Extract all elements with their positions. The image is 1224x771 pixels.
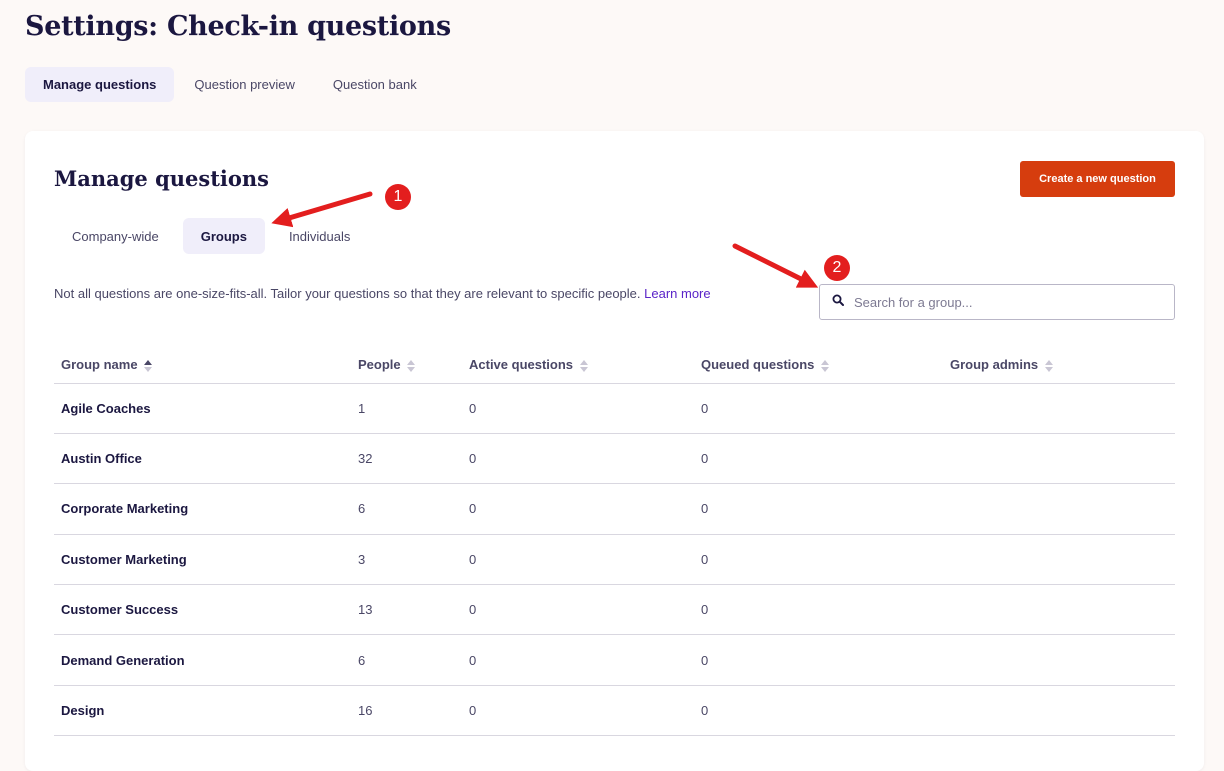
sort-icon [1044, 359, 1053, 372]
subtab-company-wide[interactable]: Company-wide [54, 218, 177, 254]
tab-question-preview[interactable]: Question preview [176, 67, 312, 102]
group-name-cell[interactable]: Customer Success [54, 584, 351, 636]
group-search-box[interactable] [819, 284, 1175, 320]
table-row[interactable]: Austin Office 32 0 0 [54, 433, 1175, 485]
people-cell: 6 [351, 483, 462, 535]
people-cell: 16 [351, 685, 462, 737]
group-name-cell[interactable]: Austin Office [54, 433, 351, 485]
sort-icon [579, 359, 588, 372]
people-cell: 13 [351, 584, 462, 636]
annotation-step-2: 2 [824, 255, 850, 281]
group-name-cell[interactable]: Design [54, 685, 351, 737]
col-queued-questions[interactable]: Queued questions [694, 347, 943, 384]
active-questions-cell: 0 [462, 534, 694, 586]
section-title: Manage questions [54, 166, 269, 191]
top-tabs: Manage questions Question preview Questi… [25, 67, 435, 102]
learn-more-link[interactable]: Learn more [644, 286, 710, 301]
table-row[interactable]: Agile Coaches 1 0 0 [54, 383, 1175, 434]
queued-questions-cell: 0 [694, 483, 943, 535]
group-search-input[interactable] [854, 294, 1154, 310]
col-group-name[interactable]: Group name [54, 347, 351, 384]
search-icon [832, 293, 844, 311]
sub-tabs: Company-wide Groups Individuals [54, 218, 368, 254]
table-row[interactable]: Design 16 0 0 [54, 685, 1175, 737]
group-admins-cell [943, 483, 1175, 535]
active-questions-cell: 0 [462, 433, 694, 485]
queued-questions-cell: 0 [694, 534, 943, 586]
tab-manage-questions[interactable]: Manage questions [25, 67, 175, 102]
create-question-button[interactable]: Create a new question [1020, 161, 1175, 197]
queued-questions-cell: 0 [694, 584, 943, 636]
table-row[interactable]: Customer Marketing 3 0 0 [54, 534, 1175, 586]
group-admins-cell [943, 584, 1175, 636]
group-admins-cell [943, 534, 1175, 586]
people-cell: 6 [351, 634, 462, 686]
active-questions-cell: 0 [462, 383, 694, 434]
queued-questions-cell: 0 [694, 685, 943, 737]
queued-questions-cell: 0 [694, 383, 943, 434]
groups-table: Group name People Active questions Queue… [54, 347, 1175, 737]
table-row[interactable]: Corporate Marketing 6 0 0 [54, 483, 1175, 535]
group-admins-cell [943, 634, 1175, 686]
table-header-row: Group name People Active questions Queue… [54, 347, 1175, 384]
table-row[interactable]: Demand Generation 6 0 0 [54, 634, 1175, 686]
group-admins-cell [943, 383, 1175, 434]
col-people[interactable]: People [351, 347, 462, 384]
queued-questions-cell: 0 [694, 634, 943, 686]
active-questions-cell: 0 [462, 483, 694, 535]
active-questions-cell: 0 [462, 634, 694, 686]
page-title: Settings: Check-in questions [25, 11, 451, 42]
group-name-cell[interactable]: Customer Marketing [54, 534, 351, 586]
tab-question-bank[interactable]: Question bank [315, 67, 435, 102]
people-cell: 1 [351, 383, 462, 434]
manage-questions-card: Manage questions Create a new question C… [25, 131, 1204, 771]
queued-questions-cell: 0 [694, 433, 943, 485]
group-admins-cell [943, 685, 1175, 737]
people-cell: 32 [351, 433, 462, 485]
active-questions-cell: 0 [462, 584, 694, 636]
description-text: Not all questions are one-size-fits-all.… [54, 286, 641, 301]
subtab-groups[interactable]: Groups [182, 218, 265, 254]
col-active-questions[interactable]: Active questions [462, 347, 694, 384]
active-questions-cell: 0 [462, 685, 694, 737]
group-admins-cell [943, 433, 1175, 485]
sort-icon [407, 359, 416, 372]
group-name-cell[interactable]: Agile Coaches [54, 383, 351, 434]
people-cell: 3 [351, 534, 462, 586]
subtab-individuals[interactable]: Individuals [271, 218, 368, 254]
group-name-cell[interactable]: Corporate Marketing [54, 483, 351, 535]
sort-asc-icon [144, 359, 153, 372]
description: Not all questions are one-size-fits-all.… [54, 286, 711, 301]
col-group-admins[interactable]: Group admins [943, 347, 1175, 384]
table-row[interactable]: Customer Success 13 0 0 [54, 584, 1175, 636]
group-name-cell[interactable]: Demand Generation [54, 634, 351, 686]
sort-icon [821, 359, 830, 372]
annotation-step-1: 1 [385, 184, 411, 210]
